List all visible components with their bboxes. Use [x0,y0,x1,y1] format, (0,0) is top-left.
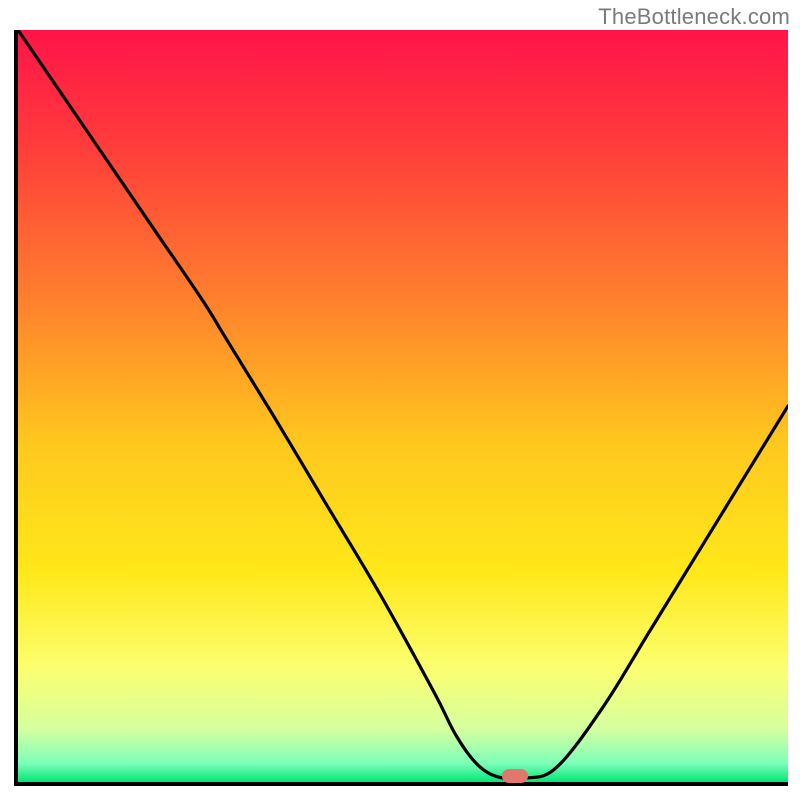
plot-area [14,30,788,786]
optimal-point-marker [502,769,528,783]
bottleneck-curve [18,30,788,782]
watermark-text: TheBottleneck.com [598,4,790,30]
